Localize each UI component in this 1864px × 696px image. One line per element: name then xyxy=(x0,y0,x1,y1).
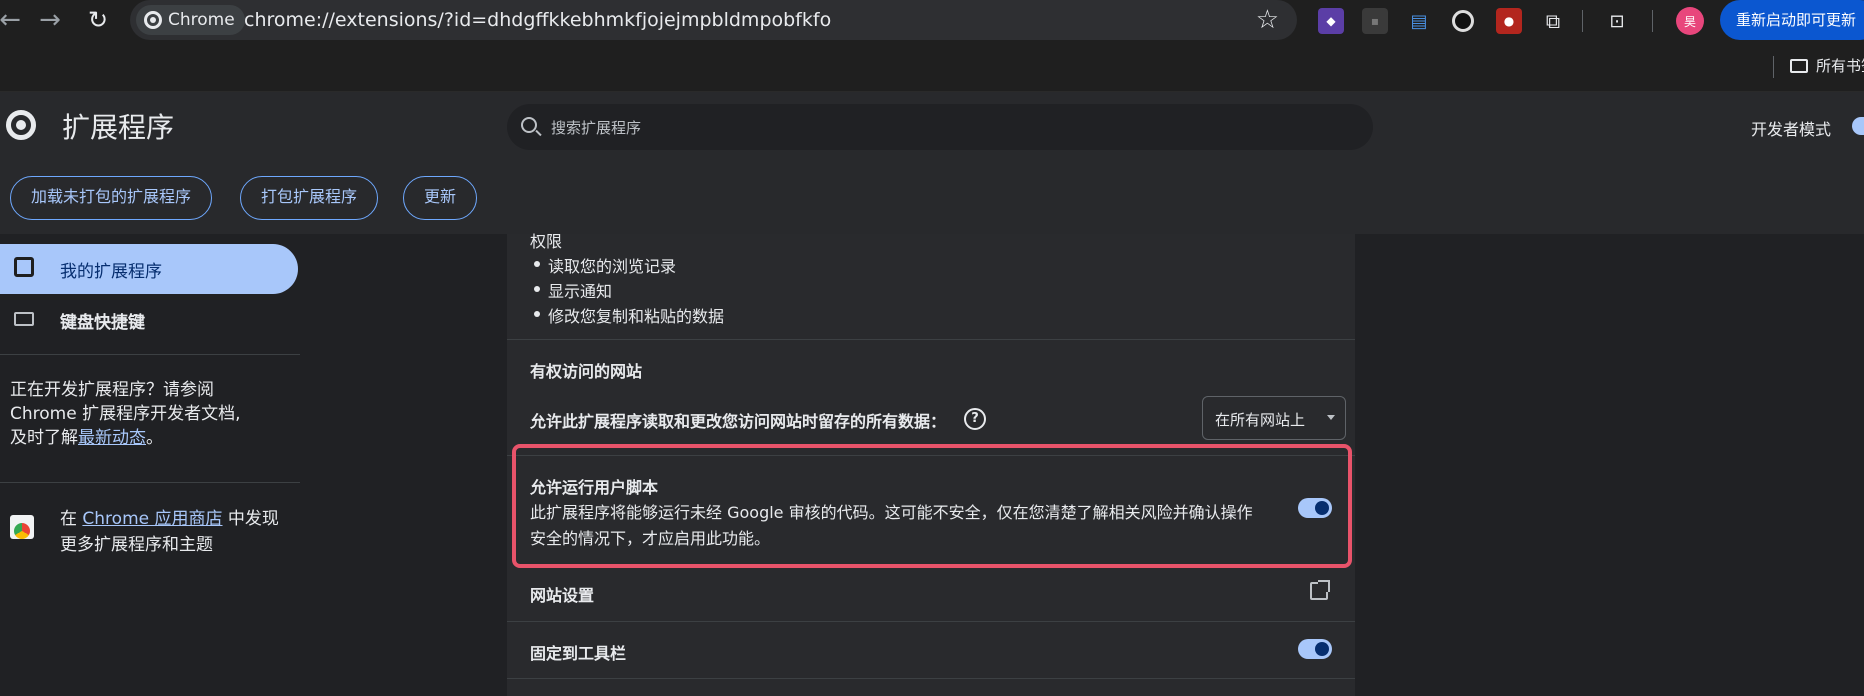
web-store-link[interactable]: Chrome 应用商店 xyxy=(82,509,222,529)
extensions-puzzle-icon[interactable]: ⧉ xyxy=(1540,8,1566,34)
red-extension-icon[interactable]: ● xyxy=(1496,8,1522,34)
toolbar-divider xyxy=(1582,10,1583,32)
site-access-title: 有权访问的网站 xyxy=(530,362,643,381)
permission-item: 显示通知 xyxy=(533,278,612,302)
bookmarks-bar xyxy=(0,42,1864,92)
sidebar-item-my-extensions[interactable]: 我的扩展程序 xyxy=(0,244,298,294)
browser-toolbar: ← → ↻ Chrome chrome://extensions/?id=dhd… xyxy=(0,0,1864,42)
dev-text-line: Chrome 扩展程序开发者文档, xyxy=(10,404,241,424)
latest-news-link[interactable]: 最新动态 xyxy=(78,428,146,448)
sidebar-item-keyboard-shortcuts[interactable]: 键盘快捷键 xyxy=(60,308,145,333)
profile-avatar[interactable]: 昊 xyxy=(1676,7,1704,35)
sidebar-divider xyxy=(0,482,300,483)
update-button[interactable]: 更新 xyxy=(403,176,478,220)
search-icon xyxy=(521,117,537,133)
sidebar-item-label: 我的扩展程序 xyxy=(60,262,162,282)
dev-mode-toggle[interactable] xyxy=(1852,117,1864,135)
web-store-icon xyxy=(10,515,34,539)
developer-info-text: 正在开发扩展程序？请参阅 Chrome 扩展程序开发者文档, 及时了解最新动态。 xyxy=(10,378,290,450)
site-chip-label: Chrome xyxy=(168,10,235,30)
dev-text-period: 。 xyxy=(146,428,163,448)
card-divider xyxy=(507,621,1355,622)
chrome-logo-icon xyxy=(6,110,36,140)
site-access-label: 允许此扩展程序读取和更改您访问网站时留存的所有数据： xyxy=(530,412,947,431)
folder-icon xyxy=(1790,58,1808,73)
page-title: 扩展程序 xyxy=(62,111,175,144)
dev-text-line: 及时了解 xyxy=(10,428,78,448)
puzzle-icon xyxy=(14,257,34,277)
tab-search-icon[interactable]: ⊡ xyxy=(1604,8,1630,34)
puzzle-extension-icon[interactable]: ◆ xyxy=(1318,8,1344,34)
open-in-new-icon[interactable] xyxy=(1310,580,1330,600)
pin-toolbar-toggle[interactable] xyxy=(1298,639,1332,659)
load-unpacked-button[interactable]: 加载未打包的扩展程序 xyxy=(10,176,213,220)
permission-item: 读取您的浏览记录 xyxy=(533,253,676,277)
user-scripts-desc-line: 安全的情况下，才应启用此功能。 xyxy=(530,529,771,548)
pin-toolbar-label: 固定到工具栏 xyxy=(530,644,627,663)
keyboard-icon xyxy=(14,312,34,326)
dev-mode-label: 开发者模式 xyxy=(1751,120,1832,139)
site-settings-label[interactable]: 网站设置 xyxy=(530,582,594,606)
back-icon[interactable]: ← xyxy=(0,0,30,40)
all-bookmarks-folder[interactable]: 所有书签 xyxy=(1790,55,1864,76)
site-info-chip[interactable]: Chrome xyxy=(136,5,245,35)
reload-icon[interactable]: ↻ xyxy=(78,0,118,40)
card-divider xyxy=(507,339,1355,340)
restart-update-button[interactable]: 重新启动即可更新 xyxy=(1720,0,1864,40)
store-text-prefix: 在 xyxy=(60,509,77,529)
forward-icon[interactable]: → xyxy=(30,0,70,40)
help-icon[interactable]: ? xyxy=(964,408,986,430)
bookmark-star-icon[interactable]: ☆ xyxy=(1256,0,1279,40)
bookmark-folder-label: 所有书签 xyxy=(1816,57,1864,75)
search-box[interactable] xyxy=(507,104,1373,152)
card-divider xyxy=(507,678,1355,679)
blue-extension-icon[interactable]: ▤ xyxy=(1406,8,1432,34)
chrome-icon xyxy=(144,11,162,29)
search-input[interactable] xyxy=(549,104,1353,152)
generic-extension-icon[interactable]: ▪ xyxy=(1362,8,1388,34)
record-extension-icon[interactable] xyxy=(1450,8,1476,34)
pack-extension-button[interactable]: 打包扩展程序 xyxy=(240,176,379,220)
url-text[interactable]: chrome://extensions/?id=dhdgffkkebhmkfjo… xyxy=(244,0,831,40)
permissions-title: 权限 xyxy=(530,232,563,251)
user-scripts-toggle[interactable] xyxy=(1298,498,1332,518)
address-bar[interactable]: Chrome chrome://extensions/?id=dhdgffkke… xyxy=(130,0,1297,40)
user-scripts-title: 允许运行用户脚本 xyxy=(530,478,659,497)
permission-item: 修改您复制和粘贴的数据 xyxy=(533,303,724,327)
site-access-value: 在所有网站上 xyxy=(1215,411,1306,429)
chevron-down-icon xyxy=(1327,415,1335,420)
dev-text-line: 正在开发扩展程序？请参阅 xyxy=(10,380,214,400)
user-scripts-desc-line: 此扩展程序将能够运行未经 Google 审核的代码。这可能不安全，仅在您清楚了解… xyxy=(530,503,1253,522)
sidebar-divider xyxy=(0,354,300,355)
web-store-text: 在 Chrome 应用商店 中发现更多扩展程序和主题 xyxy=(60,506,290,558)
site-access-select[interactable]: 在所有网站上 xyxy=(1202,396,1346,440)
toolbar-divider xyxy=(1652,10,1653,32)
bookmarks-divider xyxy=(1773,56,1774,78)
